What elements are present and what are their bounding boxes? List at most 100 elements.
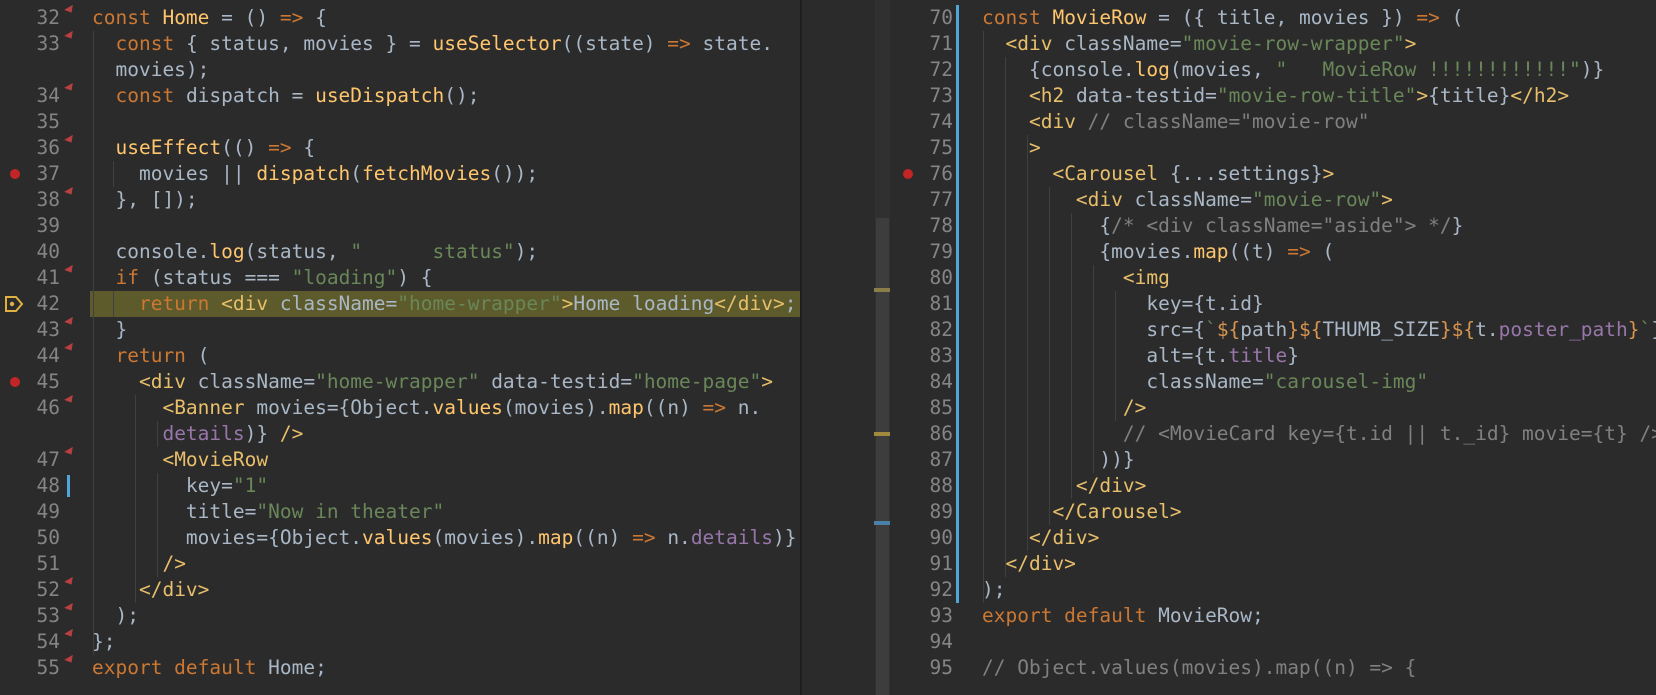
line-number[interactable]: 84 [893,369,953,395]
line-number[interactable]: 89 [893,499,953,525]
line-number[interactable]: 49 [0,499,60,525]
code-line[interactable]: 76 <Carousel {...settings}> [893,161,1656,187]
line-number[interactable]: 86 [893,421,953,447]
line-number[interactable]: 79 [893,239,953,265]
line-number[interactable]: 77 [893,187,953,213]
code-line[interactable]: 81 key={t.id} [893,291,1656,317]
code-line[interactable]: 39 [0,213,800,239]
code-line[interactable]: 77 <div className="movie-row"> [893,187,1656,213]
code-line[interactable]: 87 ))} [893,447,1656,473]
breakpoint-icon[interactable] [10,377,20,387]
code-line[interactable]: 38 }, []); [0,186,800,213]
line-number[interactable]: 52 [0,577,60,603]
code-line[interactable]: 90 </div> [893,525,1656,551]
code-line[interactable]: 35 [0,109,800,135]
line-number[interactable]: 73 [893,83,953,109]
code-line[interactable]: 55 export default Home; [0,654,800,681]
code-line[interactable]: 50 movies={Object.values(movies).map((n)… [0,525,800,551]
code-line[interactable]: 72 {console.log(movies, " MovieRow !!!!!… [893,57,1656,83]
line-number[interactable]: 34 [0,83,60,109]
line-number[interactable]: 74 [893,109,953,135]
code-line[interactable]: 47 <MovieRow [0,446,800,473]
fold-marker-icon[interactable] [64,654,76,666]
fold-marker-icon[interactable] [64,316,76,328]
code-line[interactable]: 48 key="1" [0,473,800,499]
code-line[interactable]: 49 title="Now in theater" [0,499,800,525]
code-line[interactable]: 45 <div className="home-wrapper" data-te… [0,369,800,395]
line-number[interactable]: 40 [0,239,60,265]
code-line[interactable]: 46 <Banner movies={Object.values(movies)… [0,394,800,421]
code-line[interactable]: 51 /> [0,551,800,577]
line-number[interactable]: 92 [893,577,953,603]
line-number[interactable]: 81 [893,291,953,317]
code-line[interactable]: 37 movies || dispatch(fetchMovies()); [0,161,800,187]
line-number[interactable]: 44 [0,343,60,369]
line-number[interactable]: 43 [0,317,60,343]
code-line[interactable]: 78 {/* <div className="aside"> */} [893,213,1656,239]
line-number[interactable]: 82 [893,317,953,343]
code-line[interactable]: 52 </div> [0,576,800,603]
line-number[interactable]: 94 [893,629,953,655]
code-line[interactable]: 83 alt={t.title} [893,343,1656,369]
fold-marker-icon[interactable] [64,30,76,42]
fold-marker-icon[interactable] [64,576,76,588]
line-number[interactable]: 46 [0,395,60,421]
code-line[interactable]: 54}; [0,628,800,655]
code-line[interactable]: 33 const { status, movies } = useSelecto… [0,30,800,57]
code-line[interactable]: 42 return <div className="home-wrapper">… [0,291,800,317]
fold-marker-icon[interactable] [64,4,76,16]
line-number[interactable]: 78 [893,213,953,239]
right-editor-pane[interactable]: 70 const MovieRow = ({ title, movies }) =… [893,0,1656,695]
line-number[interactable]: 71 [893,31,953,57]
fold-marker-icon[interactable] [64,628,76,640]
code-line[interactable]: 89 </Carousel> [893,499,1656,525]
code-line[interactable]: 80 <img [893,265,1656,291]
fold-marker-icon[interactable] [64,134,76,146]
code-line[interactable]: 73 <h2 data-testid="movie-row-title">{ti… [893,83,1656,109]
line-number[interactable]: 54 [0,629,60,655]
fold-marker-icon[interactable] [64,342,76,354]
fold-marker-icon[interactable] [64,394,76,406]
code-line[interactable]: 92); [893,577,1656,603]
line-number[interactable]: 85 [893,395,953,421]
fold-marker-icon[interactable] [64,446,76,458]
line-number[interactable]: 39 [0,213,60,239]
code-line[interactable]: 85 /> [893,395,1656,421]
code-line[interactable]: 43 } [0,316,800,343]
code-line[interactable]: 53 ); [0,602,800,629]
line-number[interactable]: 70 [893,5,953,31]
code-line[interactable]: 84 className="carousel-img" [893,369,1656,395]
breakpoint-icon[interactable] [903,169,913,179]
code-line[interactable]: 41 if (status === "loading") { [0,264,800,291]
line-number[interactable]: 93 [893,603,953,629]
fold-marker-icon[interactable] [64,602,76,614]
breakpoint-icon[interactable] [10,169,20,179]
line-number[interactable]: 90 [893,525,953,551]
fold-marker-icon[interactable] [64,264,76,276]
code-line[interactable]: 88 </div> [893,473,1656,499]
line-number[interactable]: 80 [893,265,953,291]
line-number[interactable]: 83 [893,343,953,369]
line-number[interactable]: 72 [893,57,953,83]
line-number[interactable]: 75 [893,135,953,161]
line-number[interactable]: 50 [0,525,60,551]
line-number[interactable]: 45 [0,369,60,395]
code-line[interactable]: 82 src={`${path}${THUMB_SIZE}${t.poster_… [893,317,1656,343]
code-line[interactable]: 70 const MovieRow = ({ title, movies }) =… [893,5,1656,31]
line-number[interactable]: 51 [0,551,60,577]
code-line[interactable]: 34 const dispatch = useDispatch(); [0,82,800,109]
line-number[interactable]: 87 [893,447,953,473]
line-number[interactable]: 41 [0,265,60,291]
code-line[interactable]: 75 > [893,135,1656,161]
code-line[interactable]: 79 {movies.map((t) => ( [893,239,1656,265]
line-number[interactable]: 38 [0,187,60,213]
code-line[interactable]: 36 useEffect(() => { [0,134,800,161]
fold-marker-icon[interactable] [64,186,76,198]
line-number[interactable]: 53 [0,603,60,629]
code-line[interactable]: 32 const Home = () => { [0,4,800,31]
line-number[interactable]: 76 [893,161,953,187]
code-line[interactable]: 44 return ( [0,342,800,369]
code-line[interactable]: 71 <div className="movie-row-wrapper"> [893,31,1656,57]
line-number[interactable]: 33 [0,31,60,57]
code-line[interactable]: movies); [0,57,800,83]
